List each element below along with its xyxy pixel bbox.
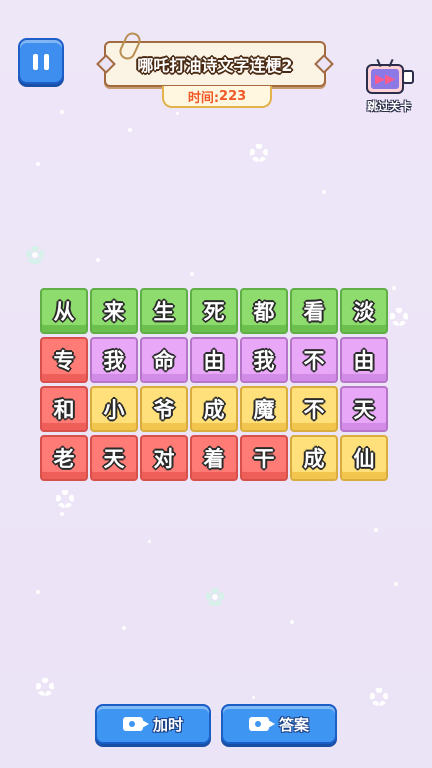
grid-tile[interactable]: 成	[190, 386, 238, 432]
tv-skip-icon: ▶▶	[366, 58, 404, 94]
grid-tile[interactable]: 爷	[140, 386, 188, 432]
grid-tile[interactable]: 淡	[340, 288, 388, 334]
grid-tile[interactable]: 天	[90, 435, 138, 481]
sparkle	[322, 190, 326, 194]
sparkle	[122, 626, 126, 630]
banner-notch	[314, 54, 334, 74]
add-time-label: 加时	[152, 715, 183, 734]
pause-icon-bar	[33, 54, 38, 70]
grid-tile[interactable]: 不	[290, 386, 338, 432]
grid-tile[interactable]: 老	[40, 435, 88, 481]
grid-tile[interactable]: 仙	[340, 435, 388, 481]
timer: 时间: 223	[162, 86, 272, 108]
sparkle	[176, 112, 179, 115]
sparkle	[252, 696, 255, 699]
answer-button[interactable]: 答案	[221, 704, 337, 744]
grid-tile[interactable]: 成	[290, 435, 338, 481]
banner-notch	[96, 54, 116, 74]
sparkle	[96, 258, 100, 262]
grid-tile[interactable]: 由	[340, 337, 388, 383]
fast-forward-icon: ▶▶	[371, 69, 399, 89]
grid-tile[interactable]: 死	[190, 288, 238, 334]
tv-side-panel	[402, 70, 414, 84]
flower-decor	[26, 246, 44, 264]
pause-button[interactable]	[18, 38, 64, 84]
skip-level-label: 跳过关卡	[367, 100, 411, 113]
flower-decor	[370, 688, 388, 706]
video-camera-icon	[122, 717, 149, 731]
skip-level-button[interactable]: ▶▶ 跳过关卡	[358, 58, 420, 116]
sparkle	[60, 110, 64, 114]
flower-decor	[390, 308, 408, 326]
flower-decor	[250, 144, 268, 162]
grid-tile[interactable]: 小	[90, 386, 138, 432]
sparkle	[128, 128, 132, 132]
sparkle	[36, 590, 40, 594]
sparkle	[290, 620, 294, 624]
grid-tile[interactable]: 和	[40, 386, 88, 432]
grid-tile[interactable]: 专	[40, 337, 88, 383]
grid-tile[interactable]: 我	[90, 337, 138, 383]
grid-tile[interactable]: 命	[140, 337, 188, 383]
sparkle	[392, 286, 396, 290]
add-time-button[interactable]: 加时	[95, 704, 211, 744]
grid-tile[interactable]: 天	[340, 386, 388, 432]
grid-tile[interactable]: 干	[240, 435, 288, 481]
timer-label: 时间:	[187, 90, 220, 106]
grid-tile[interactable]: 生	[140, 288, 188, 334]
tv-antenna	[376, 58, 382, 68]
flower-decor	[56, 490, 74, 508]
grid-tile[interactable]: 我	[240, 337, 288, 383]
grid-tile[interactable]: 魔	[240, 386, 288, 432]
sparkle	[60, 512, 64, 516]
pause-icon-bar	[44, 54, 49, 70]
sparkle	[148, 540, 151, 543]
sparkle	[36, 162, 40, 166]
grid-tile[interactable]: 看	[290, 288, 338, 334]
sparkle	[374, 528, 378, 532]
timer-value: 223	[219, 88, 247, 104]
grid-tile[interactable]: 由	[190, 337, 238, 383]
grid-tile[interactable]: 都	[240, 288, 288, 334]
level-title: 哪吒打油诗文字连梗2	[137, 56, 293, 75]
grid-tile[interactable]: 来	[90, 288, 138, 334]
grid-tile[interactable]: 对	[140, 435, 188, 481]
grid-tile[interactable]: 着	[190, 435, 238, 481]
sparkle	[394, 582, 398, 586]
flower-decor	[36, 678, 54, 696]
grid-tile[interactable]: 从	[40, 288, 88, 334]
answer-label: 答案	[278, 715, 309, 734]
sparkle	[190, 272, 194, 276]
grid-tile[interactable]: 不	[290, 337, 338, 383]
tv-antenna	[388, 58, 394, 68]
video-camera-icon	[248, 717, 275, 731]
flower-decor	[206, 588, 224, 606]
